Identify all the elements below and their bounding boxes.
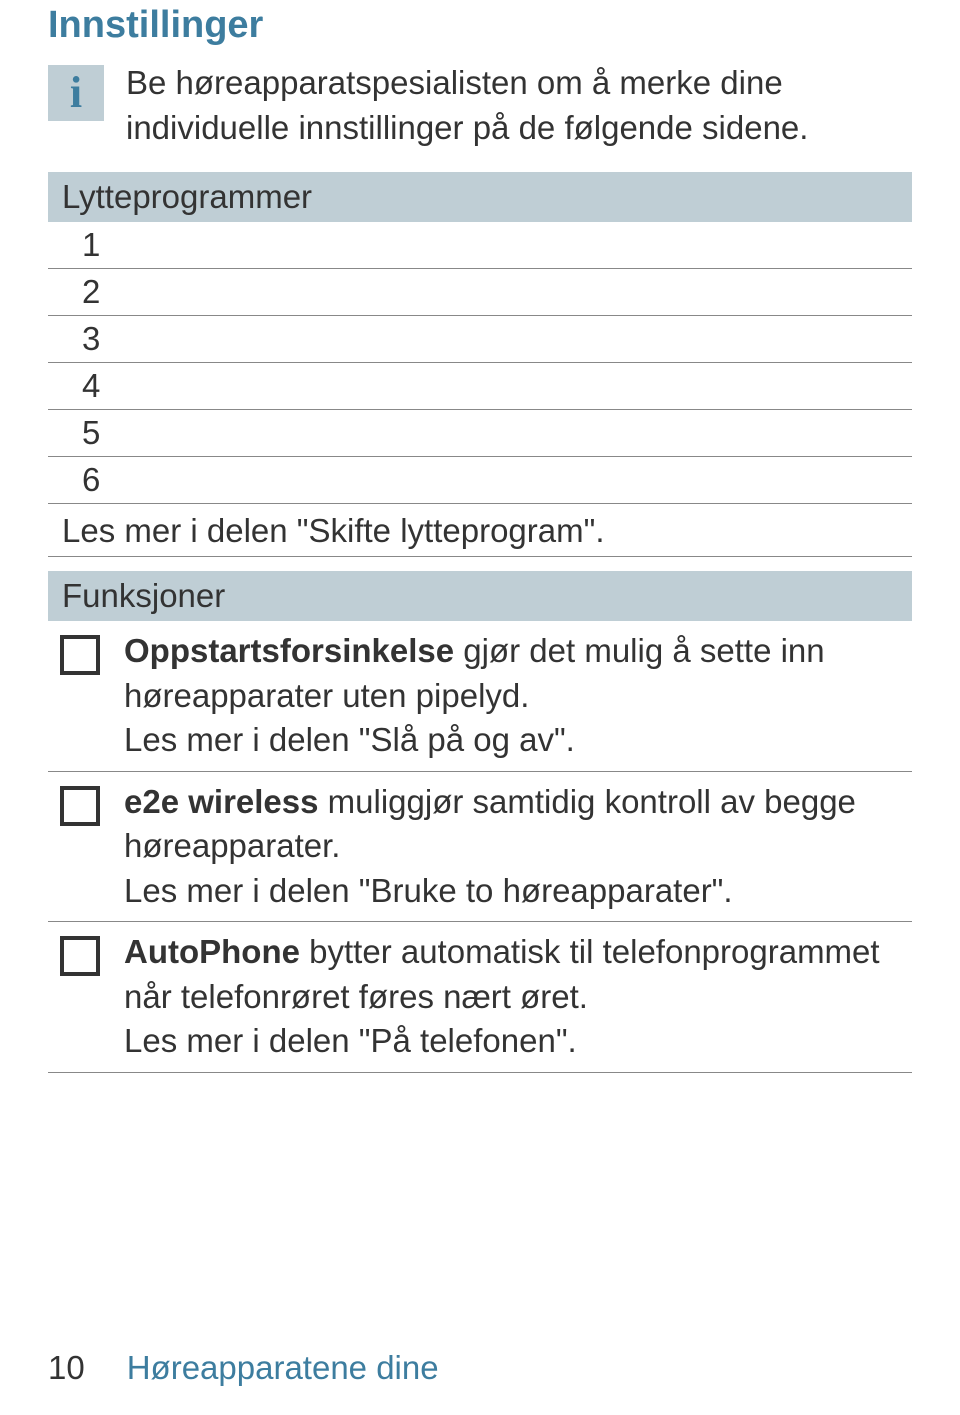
feature-text: AutoPhone bytter automatisk til telefonp… [124, 930, 912, 1064]
feature-bold: AutoPhone [124, 933, 300, 970]
info-icon-glyph: i [70, 71, 82, 115]
list-item: 6 [48, 457, 912, 504]
info-text: Be høreapparatspesialisten om å merke di… [126, 61, 912, 150]
list-item: 2 [48, 269, 912, 316]
feature-readmore: Les mer i delen "På telefonen". [124, 1022, 577, 1059]
info-icon: i [48, 65, 104, 121]
checkbox[interactable] [60, 786, 100, 826]
program-list: 1 2 3 4 5 6 [48, 222, 912, 504]
page-footer: 10 Høreapparatene dine [48, 1349, 439, 1387]
feature-item: e2e wireless muliggjør samtidig kontroll… [48, 772, 912, 923]
checkbox[interactable] [60, 635, 100, 675]
list-item: 1 [48, 222, 912, 269]
feature-item: AutoPhone bytter automatisk til telefonp… [48, 922, 912, 1073]
info-callout: i Be høreapparatspesialisten om å merke … [48, 61, 912, 172]
feature-bold: Oppstartsforsinkelse [124, 632, 454, 669]
section-header-programs: Lytteprogrammer [48, 172, 912, 222]
feature-item: Oppstartsforsinkelse gjør det mulig å se… [48, 621, 912, 772]
feature-readmore: Les mer i delen "Slå på og av". [124, 721, 575, 758]
list-item: 5 [48, 410, 912, 457]
feature-bold: e2e wireless [124, 783, 319, 820]
program-note: Les mer i delen "Skifte lytteprogram". [48, 506, 912, 557]
list-item: 3 [48, 316, 912, 363]
feature-text: Oppstartsforsinkelse gjør det mulig å se… [124, 629, 912, 763]
feature-readmore: Les mer i delen "Bruke to høreapparater"… [124, 872, 733, 909]
checkbox[interactable] [60, 936, 100, 976]
page-title: Innstillinger [48, 0, 912, 61]
list-item: 4 [48, 363, 912, 410]
feature-list: Oppstartsforsinkelse gjør det mulig å se… [48, 621, 912, 1073]
footer-section-title: Høreapparatene dine [127, 1349, 439, 1387]
section-header-features: Funksjoner [48, 571, 912, 621]
page-number: 10 [48, 1349, 85, 1387]
feature-text: e2e wireless muliggjør samtidig kontroll… [124, 780, 912, 914]
